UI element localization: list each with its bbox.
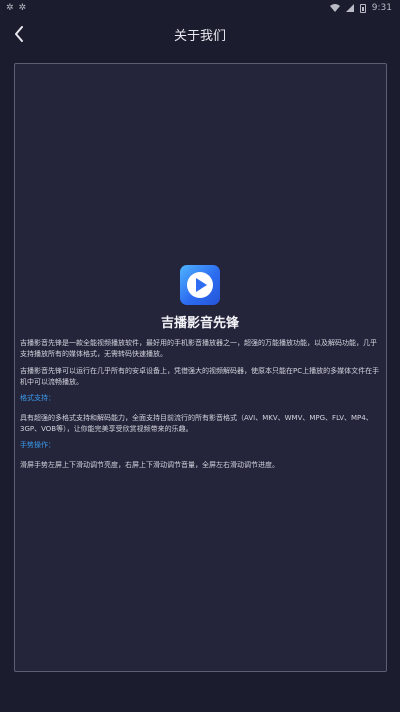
gestures-heading: 手势操作： xyxy=(20,441,55,449)
description-paragraph-2: 吉播影音先锋可以运行在几乎所有的安卓设备上，凭借强大的视频解码器，使原本只能在P… xyxy=(20,367,380,386)
status-right-icons: 9:31 xyxy=(329,3,392,13)
battery-icon xyxy=(359,3,366,13)
formats-paragraph: 具有超强的多格式支持和解码能力，全面支持目前流行的所有影音格式（AVI、MKV、… xyxy=(20,414,373,433)
formats-heading: 格式支持： xyxy=(20,394,55,402)
app-name: 吉播影音先锋 xyxy=(160,316,239,331)
notification-icon: ✲ xyxy=(18,3,27,13)
app-logo xyxy=(180,265,220,305)
wifi-icon xyxy=(329,4,340,12)
gestures-paragraph: 滑屏手势左屏上下滑动调节亮度，右屏上下滑动调节音量，全屏左右滑动调节进度。 xyxy=(20,461,279,469)
notification-icon: ✲ xyxy=(6,3,14,13)
play-icon xyxy=(196,278,207,292)
status-time: 9:31 xyxy=(371,3,392,13)
page-title: 关于我们 xyxy=(173,29,226,44)
signal-icon xyxy=(345,4,354,12)
logo-circle xyxy=(187,272,213,298)
status-bar: ✲ ✲ 9:31 xyxy=(0,0,400,18)
status-left-icons: ✲ ✲ xyxy=(6,3,26,13)
nav-bar: 关于我们 xyxy=(0,18,400,50)
description-paragraph-1: 吉播影音先锋是一款全能视频播放软件，最好用的手机影音播放器之一，超强的万能播放功… xyxy=(20,339,377,358)
